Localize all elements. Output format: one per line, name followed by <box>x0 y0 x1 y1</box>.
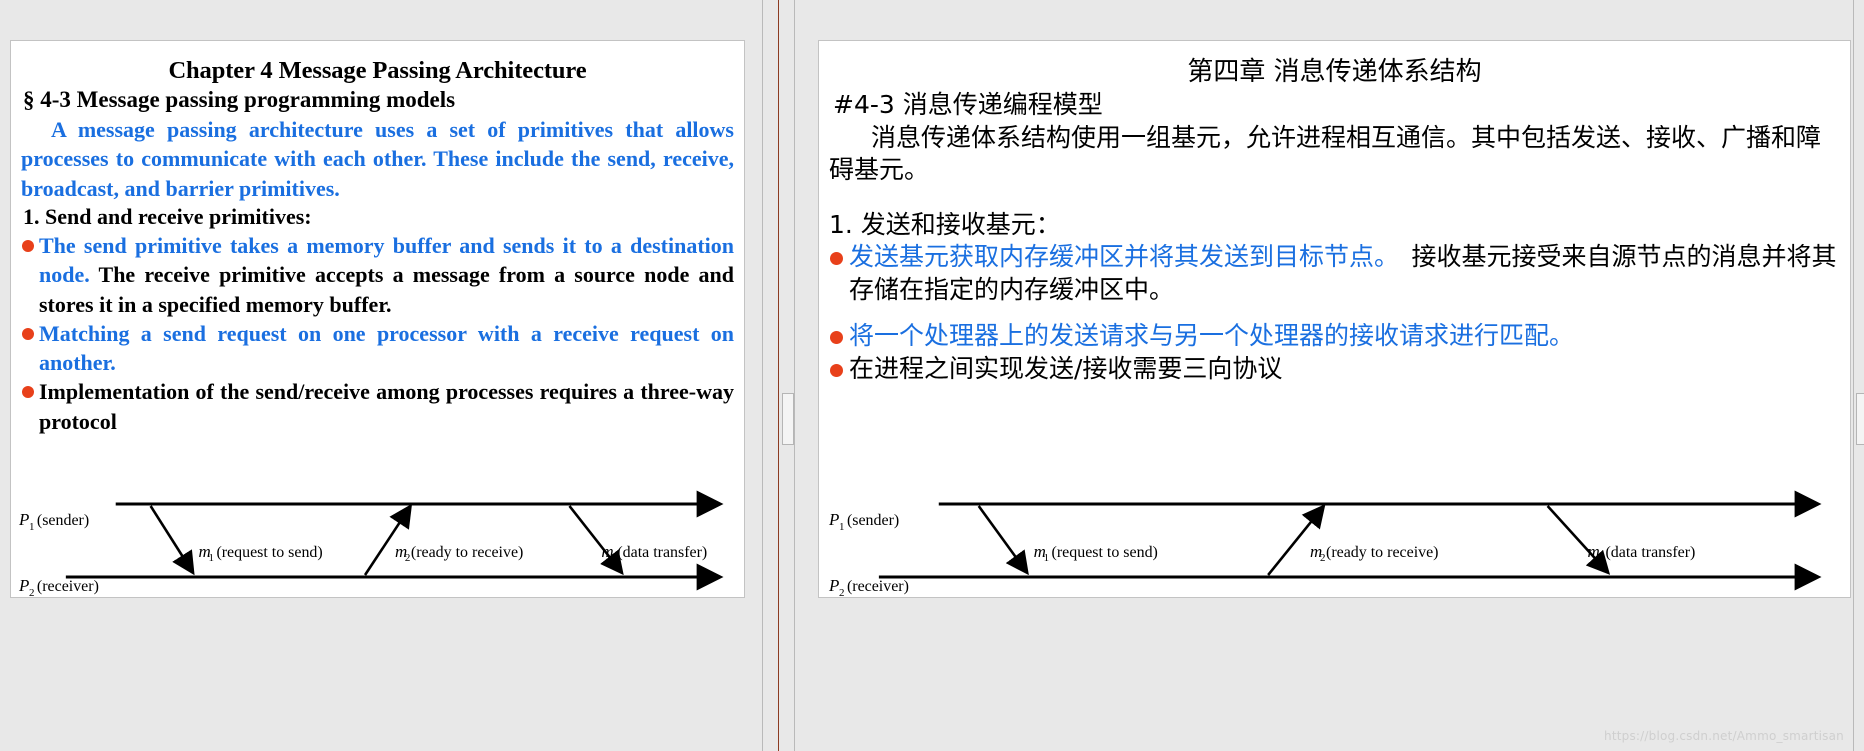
page-title-chinese: 第四章 消息传递体系结构 <box>1187 57 1482 87</box>
message-arrow-m1 <box>149 505 195 576</box>
bullet-item: Matching a send request on one processor… <box>21 319 734 378</box>
slide-card-english[interactable]: Chapter 4 Message Passing Architecture §… <box>10 40 745 598</box>
scrollbar-thumb-right[interactable] <box>1856 393 1864 445</box>
slide-card-chinese[interactable]: 第四章 消息传递体系结构 #4-3 消息传递编程模型 消息传递体系结构使用一组基… <box>818 40 1851 598</box>
p2-subscript: 2 <box>29 587 34 597</box>
m3-subscript: 3 <box>1597 552 1603 564</box>
m2-label: (ready to receive) <box>1326 544 1438 561</box>
m2-subscript: 2 <box>405 552 410 564</box>
p1-symbol-label: P <box>18 510 29 529</box>
bullet-item: 将一个处理器上的发送请求与另一个处理器的接收请求进行匹配。 <box>829 320 1840 353</box>
intro-paragraph-english: A message passing architecture uses a se… <box>21 117 734 201</box>
numbered-heading-english: 1. Send and receive primitives: <box>23 203 312 229</box>
m1-subscript: 1 <box>208 552 213 564</box>
bullet-text-blue: 将一个处理器上的发送请求与另一个处理器的接收请求进行匹配。 <box>849 321 1575 351</box>
divider-rail-accent <box>778 0 779 751</box>
p2-role-label: (receiver) <box>37 578 99 595</box>
numbered-heading-chinese: 1. 发送和接收基元： <box>829 209 1061 239</box>
bullet-item: 发送基元获取内存缓冲区并将其发送到目标节点。 接收基元接受来自源节点的消息并将其… <box>829 241 1840 306</box>
p1-subscript: 1 <box>29 521 34 533</box>
bullet-dot-icon <box>830 331 843 345</box>
bullet-dot-icon <box>22 327 34 340</box>
diagram-svg: P 1 (sender) P 2 (receiver) m 1 (request… <box>828 490 1822 597</box>
right-gutter-rail <box>1853 0 1854 751</box>
app-root: Chapter 4 Message Passing Architecture §… <box>0 0 1864 751</box>
m3-label: (data transfer) <box>1605 544 1695 561</box>
intro-paragraph-chinese: 消息传递体系结构使用一组基元，允许进程相互通信。其中包括发送、接收、广播和障碍基… <box>829 122 1822 185</box>
m3-label: (data transfer) <box>617 544 707 561</box>
bullet-dot-icon <box>22 386 34 399</box>
p2-subscript: 2 <box>839 587 844 597</box>
message-arrow-m1 <box>977 505 1029 576</box>
divider-rail-left <box>762 0 763 751</box>
bullet-text-black: Implementation of the send/receive among… <box>39 379 734 434</box>
p1-role-label: (sender) <box>847 512 899 529</box>
m1-label: (request to send) <box>216 544 322 561</box>
section-heading-english: § 4-3 Message passing programming models <box>23 87 456 113</box>
slide-content-english: Chapter 4 Message Passing Architecture §… <box>11 41 744 436</box>
m2-label: (ready to receive) <box>411 544 523 561</box>
three-way-protocol-diagram: P 1 (sender) P 2 (receiver) m 1 (request… <box>819 489 1850 597</box>
bullet-dot-icon <box>830 252 843 266</box>
p1-role-label: (sender) <box>37 512 89 529</box>
bullet-item: The send primitive takes a memory buffer… <box>21 231 734 319</box>
m1-subscript: 1 <box>1044 552 1049 564</box>
bullet-item: 在进程之间实现发送/接收需要三向协议 <box>829 353 1840 386</box>
bullet-text-blue: 发送基元获取内存缓冲区并将其发送到目标节点。 <box>849 242 1387 272</box>
section-heading-chinese: #4-3 消息传递编程模型 <box>833 89 1103 119</box>
p1-symbol-label: P <box>828 510 839 529</box>
p2-symbol-label: P <box>18 576 29 595</box>
m2-subscript: 2 <box>1320 552 1325 564</box>
bullet-text-blue: Matching a send request on one processor… <box>39 320 734 376</box>
bullet-text-black: The receive primitive accepts a message … <box>39 262 734 317</box>
watermark-text: https://blog.csdn.net/Ammo_smartisan <box>1604 729 1844 743</box>
diagram-svg: P 1 (sender) P 2 (receiver) m 1 (request… <box>18 490 724 597</box>
m1-label: (request to send) <box>1052 544 1158 561</box>
bullet-text-black: 在进程之间实现发送/接收需要三向协议 <box>849 353 1283 383</box>
three-way-protocol-diagram: P 1 (sender) P 2 (receiver) m 1 (request… <box>11 489 744 597</box>
p2-role-label: (receiver) <box>847 578 909 595</box>
p1-subscript: 1 <box>839 521 844 533</box>
left-slide-pane: Chapter 4 Message Passing Architecture §… <box>0 0 762 751</box>
bullet-dot-icon <box>830 363 843 377</box>
bullet-item: Implementation of the send/receive among… <box>21 377 734 436</box>
right-slide-pane: 第四章 消息传递体系结构 #4-3 消息传递编程模型 消息传递体系结构使用一组基… <box>804 0 1864 751</box>
slide-content-chinese: 第四章 消息传递体系结构 #4-3 消息传递编程模型 消息传递体系结构使用一组基… <box>819 41 1850 385</box>
pane-divider-gutter <box>762 0 804 751</box>
divider-rail-right <box>794 0 795 751</box>
bullet-dot-icon <box>22 240 34 253</box>
p2-symbol-label: P <box>828 576 839 595</box>
page-title-english: Chapter 4 Message Passing Architecture <box>168 57 587 84</box>
scrollbar-thumb-left[interactable] <box>782 393 794 445</box>
